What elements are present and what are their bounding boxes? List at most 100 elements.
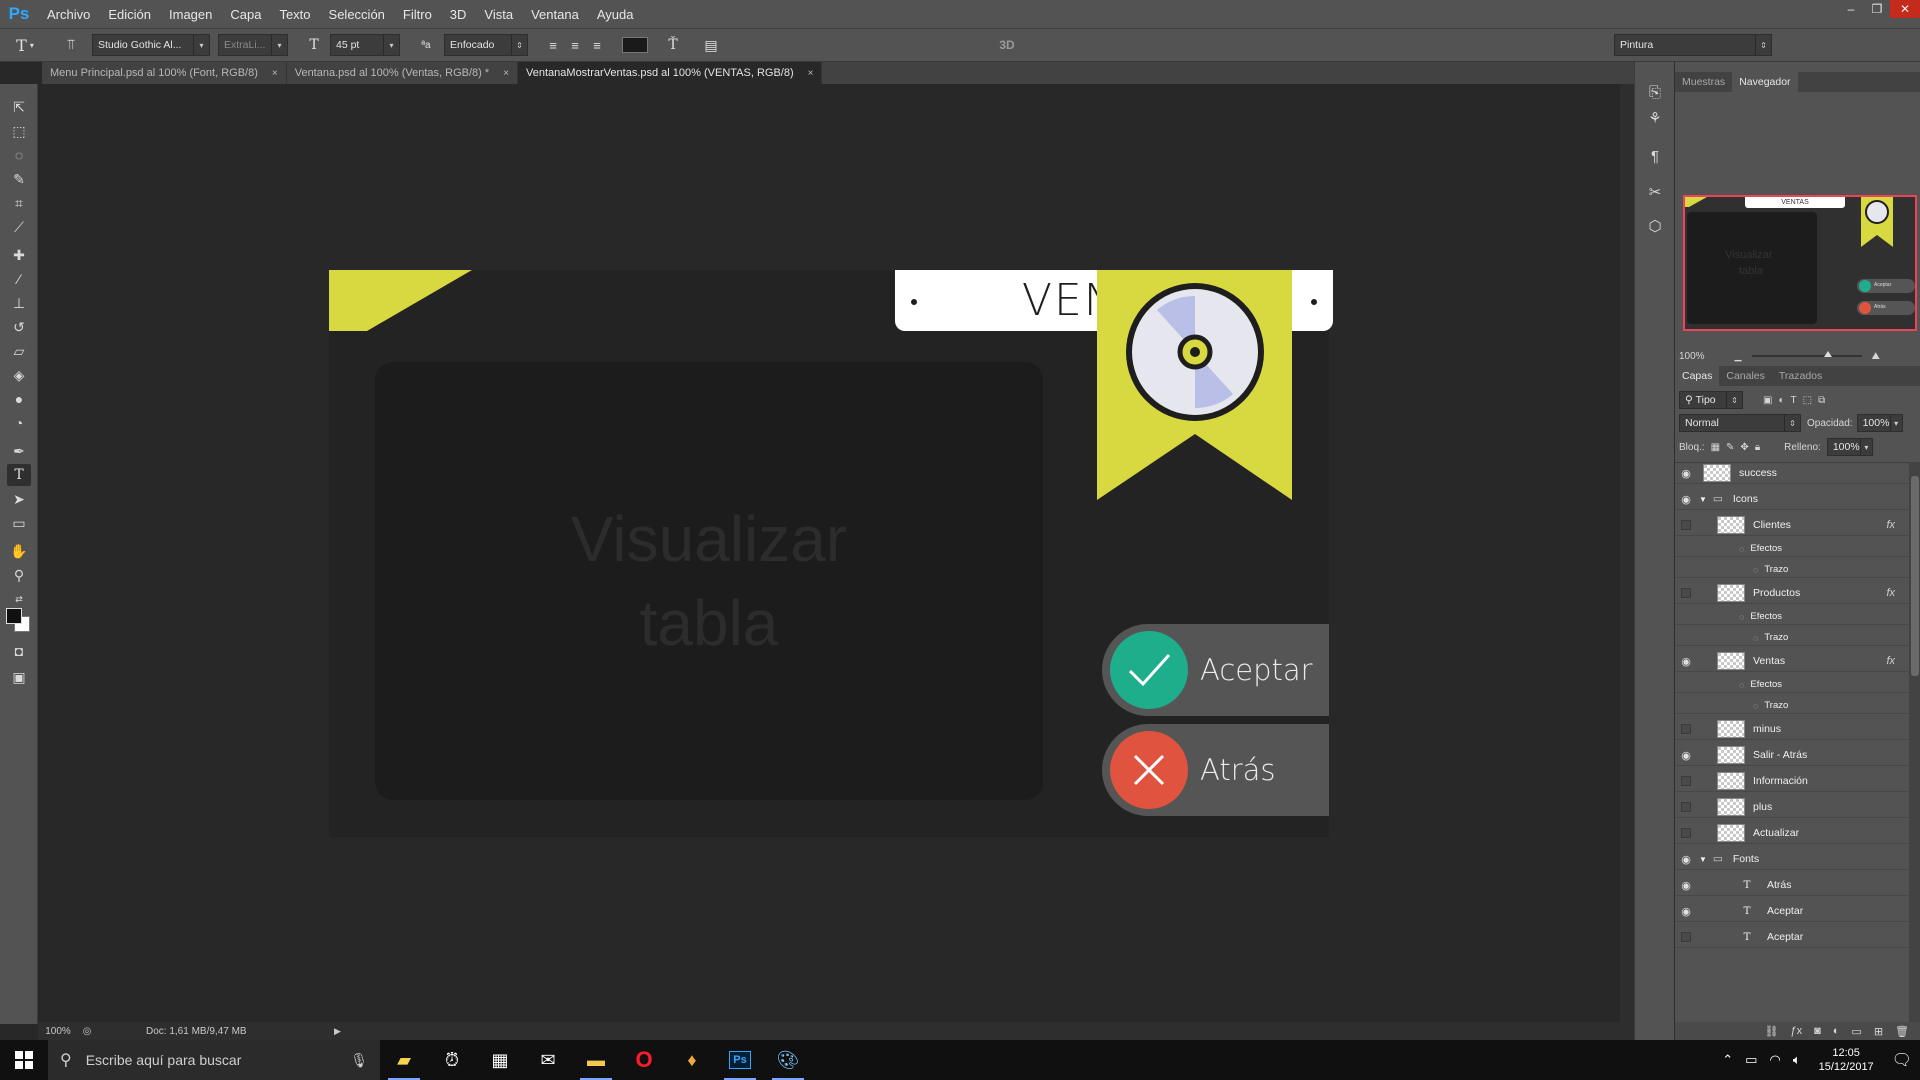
layer-row[interactable]: Clientes fx [1675,515,1909,536]
volume-icon[interactable]: 🔈︎ [1793,1052,1801,1068]
layer-row[interactable]: ◉ Ventas fx [1675,651,1909,672]
layer-row[interactable]: T Aceptar [1675,927,1909,948]
tray-chevron-up-icon[interactable]: ⌃ [1722,1052,1733,1068]
clock[interactable]: 12:05 15/12/2017 [1819,1046,1874,1074]
visibility-toggle[interactable] [1681,802,1691,812]
menu-ayuda[interactable]: Ayuda [588,7,643,22]
share-icon[interactable]: ◎ [78,1026,96,1037]
filter-smart-object-icon[interactable]: ⧉ [1818,395,1825,406]
layer-group-row[interactable]: ◉ ▼ ▭ Icons [1675,489,1909,510]
zoom-slider-handle[interactable] [1823,351,1832,357]
taskbar-search-box[interactable]: ⚲ Escribe aquí para buscar 🎙︎ [48,1040,380,1080]
text-color-swatch[interactable] [622,37,648,53]
app-flame-icon[interactable]: ♦ [668,1040,716,1080]
tab-navegador[interactable]: Navegador [1732,72,1798,92]
menu-edicion[interactable]: Edición [99,7,160,22]
quick-selection-tool-icon[interactable]: ✎ [7,168,31,190]
file-explorer-icon[interactable]: ▬ [572,1040,620,1080]
tab-capas[interactable]: Capas [1675,366,1720,386]
menu-vista[interactable]: Vista [475,7,522,22]
restore-button[interactable]: ❐ [1864,0,1890,18]
font-style-select[interactable]: ExtraLi... ▾ [218,34,288,56]
layer-effect-row[interactable]: ◌ Efectos [1675,677,1909,693]
font-size-select[interactable]: 45 pt ▾ [330,34,400,56]
back-button[interactable]: Atrás [1102,724,1329,816]
layer-row[interactable]: plus [1675,797,1909,818]
history-panel-icon[interactable]: ⎘ [1643,80,1667,104]
tab-ventana[interactable]: Ventana.psd al 100% (Ventas, RGB/8) * × [287,62,519,84]
filter-adjustment-icon[interactable]: ◐ [1778,395,1784,406]
layer-row[interactable]: Información [1675,771,1909,792]
visibility-eye-icon[interactable]: ◉ [1675,905,1697,918]
blur-tool-icon[interactable]: ● [7,388,31,410]
character-panel-icon[interactable]: ▤ [698,34,724,56]
menu-imagen[interactable]: Imagen [160,7,221,22]
filter-type-icon[interactable]: T [1791,395,1797,406]
fill-field[interactable]: 100% ▾ [1826,438,1873,456]
pen-tool-icon[interactable]: ✒ [7,440,31,462]
layer-effect-row[interactable]: ◌ Trazo [1675,698,1909,714]
wifi-icon[interactable]: ◠ [1769,1052,1780,1068]
microphone-icon[interactable]: 🎙︎ [350,1052,368,1069]
layer-group-row[interactable]: ◉ ▼ ▭ Fonts [1675,849,1909,870]
visibility-eye-icon[interactable]: ◉ [1675,853,1697,866]
close-tab-icon[interactable]: × [272,68,278,79]
new-layer-icon[interactable]: ⊞ [1874,1025,1883,1038]
status-menu-arrow-icon[interactable]: ▶ [334,1026,341,1037]
move-tool-icon[interactable]: ⇱ [7,96,31,118]
new-group-icon[interactable]: ▭ [1851,1025,1861,1038]
3d-panel-icon[interactable]: ⬡ [1643,214,1667,238]
foreground-color-swatch[interactable] [6,608,22,624]
text-orientation-icon[interactable]: ⫪ [56,34,86,56]
menu-ventana[interactable]: Ventana [522,7,588,22]
tool-presets-panel-icon[interactable]: ✂ [1643,180,1667,204]
zoom-level[interactable]: 100% [38,1026,78,1037]
document-canvas[interactable]: VENTAS Visualizar tabla Aceptar Atrás [329,270,1333,837]
layer-fx-icon[interactable]: fx [1886,655,1895,667]
effect-eye-icon[interactable]: ◌ [1753,701,1758,711]
3d-mode-label[interactable]: 3D [992,34,1022,56]
layer-row[interactable]: Productos fx [1675,583,1909,604]
tab-ventana-mostrar-ventas[interactable]: VentanaMostrarVentas.psd al 100% (VENTAS… [518,62,823,84]
visibility-eye-icon[interactable]: ◉ [1675,493,1697,506]
tab-muestras[interactable]: Muestras [1675,72,1732,92]
visibility-eye-icon[interactable]: ◉ [1675,467,1697,480]
type-tool-icon[interactable]: T [7,464,31,486]
brush-tool-icon[interactable]: ∕ [7,268,31,290]
navigator-zoom[interactable]: 100% [1679,351,1705,362]
visibility-toggle[interactable] [1681,776,1691,786]
adjustment-layer-icon[interactable]: ◐ [1833,1025,1840,1037]
group-expand-icon[interactable]: ▼ [1699,855,1707,864]
eraser-tool-icon[interactable]: ▱ [7,340,31,362]
visibility-eye-icon[interactable]: ◉ [1675,879,1697,892]
visibility-toggle[interactable] [1681,932,1691,942]
layer-row[interactable]: Actualizar [1675,823,1909,844]
visibility-toggle[interactable] [1681,724,1691,734]
align-left-icon[interactable]: ≡ [542,34,564,56]
font-family-select[interactable]: Studio Gothic Al... ▾ [92,34,210,56]
notifications-icon[interactable]: 🗨︎ [1892,1050,1912,1070]
marquee-tool-icon[interactable]: ⬚ [7,120,31,142]
zoom-out-icon[interactable]: ▁ [1735,351,1742,362]
effect-eye-icon[interactable]: ◌ [1739,544,1744,554]
layer-mask-icon[interactable]: ◙ [1814,1025,1821,1037]
tab-trazados[interactable]: Trazados [1772,366,1829,386]
paint-bucket-tool-icon[interactable]: ◈ [7,364,31,386]
path-selection-tool-icon[interactable]: ➤ [7,488,31,510]
quick-mask-icon[interactable]: ◘ [7,640,31,662]
menu-archivo[interactable]: Archivo [38,7,99,22]
lock-transparent-icon[interactable]: ▦ [1711,442,1720,453]
sticky-notes-icon[interactable]: ▰ [380,1040,428,1080]
layer-style-icon[interactable]: ƒx [1790,1025,1802,1037]
opera-browser-icon[interactable]: O [620,1040,668,1080]
navigator-thumbnail[interactable]: VENTAS Visualizar tabla Aceptar Atrás [1683,195,1917,331]
menu-texto[interactable]: Texto [270,7,319,22]
calendar-icon[interactable]: ▦ [476,1040,524,1080]
dodge-tool-icon[interactable]: ◔ [7,412,31,434]
visibility-toggle[interactable] [1681,828,1691,838]
battery-icon[interactable]: ▭ [1745,1052,1757,1068]
delete-layer-icon[interactable]: 🗑︎ [1895,1025,1909,1038]
clone-stamp-tool-icon[interactable]: ⊥ [7,292,31,314]
layer-row[interactable]: ◉ success [1675,463,1909,484]
history-brush-tool-icon[interactable]: ↺ [7,316,31,338]
